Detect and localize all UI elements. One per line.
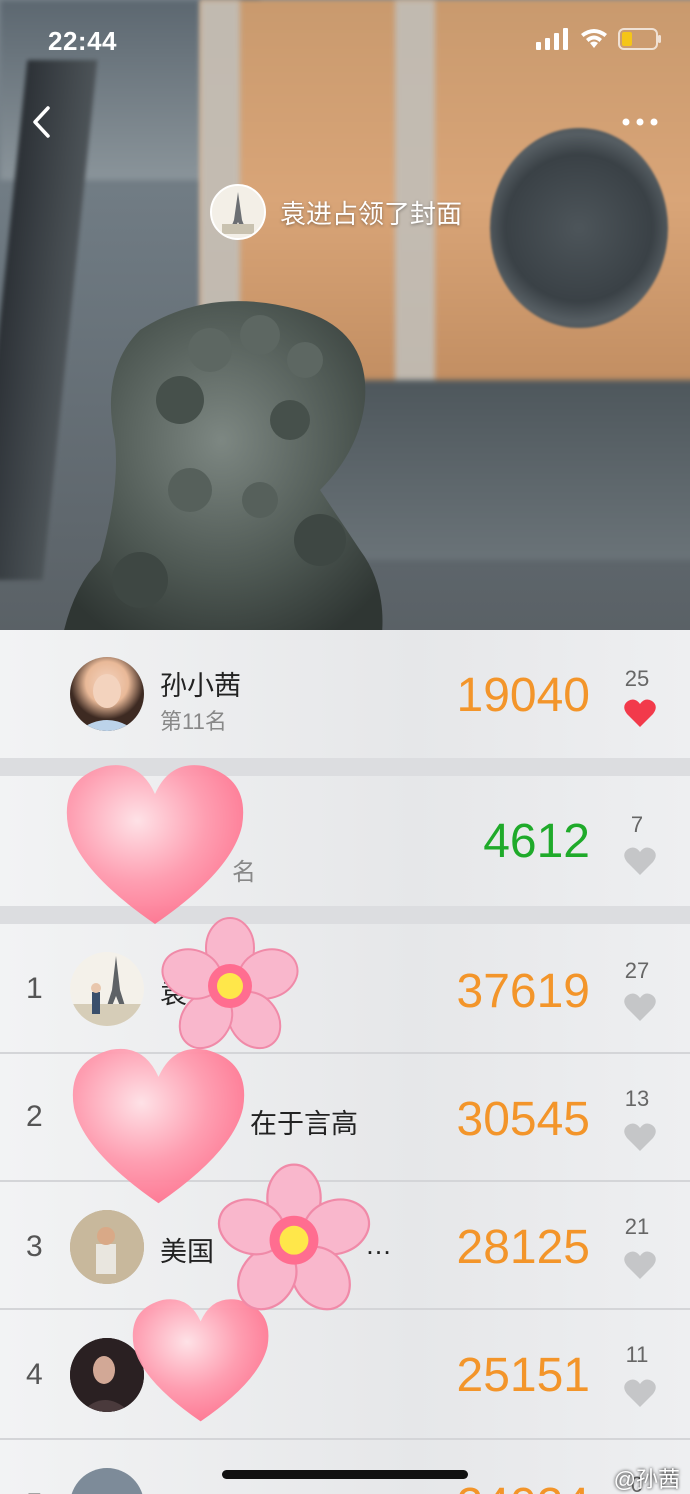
ranking-list[interactable]: 孙小茜 第11名 19040 25 名 4612 7 1 袁 37619 27 … [0,630,690,1494]
my-ranking-row[interactable]: 孙小茜 第11名 19040 25 [0,630,690,758]
more-button[interactable] [620,110,660,134]
row-name-ellipsis: … [365,1230,392,1260]
my-rank-text: 第11名 [160,709,227,734]
friend-rank-text: 名 [232,859,256,886]
friend-steps: 4612 [483,815,590,868]
rank-number: 5 [26,1488,43,1494]
status-time: 22:44 [48,26,117,56]
avatar[interactable] [210,184,266,240]
cover-owner-text: 袁进占领了封面 [280,198,463,229]
table-row[interactable]: 4 25151 11 [0,1310,690,1438]
heart-icon[interactable] [624,992,656,1022]
heart-icon[interactable] [624,698,656,728]
row-steps: 25151 [456,1349,590,1402]
heart-icon[interactable] [624,1250,656,1280]
row-likes-count: 13 [624,1086,650,1111]
row-steps: 24024 [457,1478,590,1494]
section-gap [0,758,690,776]
back-button[interactable] [24,102,64,142]
avatar[interactable] [70,1468,144,1494]
battery-icon [618,28,661,50]
heart-icon[interactable] [624,846,656,876]
table-row[interactable]: 2 在于言高 30545 13 [0,1054,690,1180]
cover-image[interactable] [0,0,690,630]
wifi-icon [581,29,607,48]
heart-icon[interactable] [624,1122,656,1152]
row-likes-count: 11 [625,1342,649,1367]
row-likes-count: 27 [624,958,650,983]
rank-number: 1 [26,972,43,1005]
rank-number: 4 [26,1358,43,1391]
watermark: @孙茜 [613,1467,680,1492]
eiffel-tower-icon [212,186,264,238]
my-name: 孙小茜 [160,671,241,701]
eiffel-tower-icon [70,956,144,1026]
table-row[interactable]: 1 袁 37619 27 [0,924,690,1052]
cover-medallion [490,128,668,328]
row-steps: 37619 [456,965,590,1018]
row-name: 袁 [160,979,187,1009]
heart-icon[interactable] [624,1378,656,1408]
section-gap [0,906,690,924]
rank-number: 3 [26,1230,43,1263]
cover-owner-banner[interactable]: 袁进占领了封面 [210,184,462,240]
my-steps: 19040 [456,669,590,722]
row-steps: 28125 [456,1221,590,1274]
row-steps: 30545 [456,1093,590,1146]
friend-summary-row[interactable]: 名 4612 7 [0,776,690,906]
avatar[interactable] [70,1210,144,1284]
rank-number: 2 [26,1100,43,1133]
stone-lion-statue [64,301,383,630]
avatar-portrait [70,1338,144,1412]
avatar-portrait [70,1210,144,1284]
avatar[interactable] [70,657,144,731]
row-likes-count: 21 [624,1214,650,1239]
avatar-portrait [78,674,136,731]
table-row[interactable]: 3 美国 … 28125 21 [0,1182,690,1308]
row-name: 美国 [160,1237,214,1267]
signal-icon [536,28,568,50]
avatar[interactable] [70,1338,144,1412]
friend-likes-count: 7 [630,812,644,837]
my-likes-count: 25 [624,666,650,691]
home-indicator[interactable] [222,1470,468,1479]
row-name: 宋锐 [160,1488,214,1494]
status-icons [536,28,662,50]
table-row[interactable]: 5 宋锐 24024 0 [0,1440,690,1494]
avatar[interactable] [70,952,144,1026]
row-name: 在于言高 [250,1109,358,1139]
